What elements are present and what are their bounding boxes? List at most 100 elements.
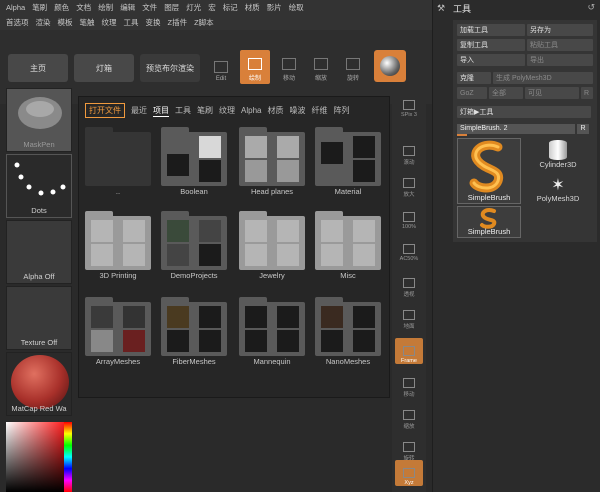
export-button[interactable]: 导出 (527, 54, 593, 66)
thumbnail (353, 244, 375, 266)
tab-noise[interactable]: 噪波 (289, 105, 305, 116)
menu-zscript[interactable]: Z脚本 (194, 17, 214, 28)
menu-alpha[interactable]: Alpha (6, 3, 25, 12)
load-tool-button[interactable]: 加载工具 (457, 24, 525, 36)
menu-zplugin[interactable]: Z插件 (168, 17, 188, 28)
folder-name: NanoMeshes (325, 357, 371, 366)
folder-fiber-meshes[interactable]: FiberMeshes (161, 297, 227, 367)
menu-edit[interactable]: 编辑 (120, 2, 135, 13)
tool-r-button[interactable]: R (577, 124, 589, 134)
floor-button[interactable]: 地面 (395, 304, 423, 330)
menu-texture[interactable]: 纹理 (102, 17, 117, 28)
draw-tool-button[interactable]: 绘制 (240, 50, 270, 84)
current-tool-thumb[interactable]: SimpleBrush (457, 138, 521, 204)
spix-button[interactable]: SPix 3 (395, 92, 423, 118)
folder-parent[interactable]: .. (85, 127, 151, 197)
menu-stencil[interactable]: 模板 (58, 17, 73, 28)
folder-mannequin[interactable]: Mannequin (239, 297, 305, 367)
tab-texture[interactable]: 纹理 (219, 105, 235, 116)
make-polymesh-button[interactable]: 生成 PolyMesh3D (493, 72, 593, 84)
frame-button[interactable]: Frame (395, 338, 423, 364)
paste-tool-button[interactable]: 粘贴工具 (527, 39, 593, 51)
visible-button[interactable]: 可见 (525, 87, 579, 99)
tab-recent[interactable]: 最近 (131, 105, 147, 116)
all-button[interactable]: 全部 (489, 87, 523, 99)
menu-macro[interactable]: 宏 (208, 2, 216, 13)
move-tool-button[interactable]: 移动 (274, 50, 304, 84)
thumbnail (321, 330, 343, 352)
lightbox-button[interactable]: 灯箱 (74, 54, 134, 82)
texture-selector[interactable]: Texture Off (6, 286, 72, 350)
folder-demo-projects[interactable]: DemoProjects (161, 211, 227, 281)
perspective-button[interactable]: 透视 (395, 272, 423, 298)
menu-layer[interactable]: 图层 (164, 2, 179, 13)
menu-material[interactable]: 材质 (245, 2, 260, 13)
zoom-button[interactable]: 放大 (395, 172, 423, 198)
tab-fiber[interactable]: 纤维 (311, 105, 327, 116)
menu-document[interactable]: 文档 (76, 2, 91, 13)
menu-preferences[interactable]: 首选项 (6, 17, 29, 28)
folder-boolean[interactable]: Boolean (161, 127, 227, 197)
menu-light[interactable]: 灯光 (186, 2, 201, 13)
folder-nano-meshes[interactable]: NanoMeshes (315, 297, 381, 367)
folder-icon (239, 132, 305, 186)
rotate-tool-button[interactable]: 旋转 (338, 50, 368, 84)
import-button[interactable]: 导入 (457, 54, 525, 66)
alpha-selector[interactable]: Alpha Off (6, 220, 72, 284)
preview-bpr-button[interactable]: 预览布尔渲染 (140, 54, 200, 82)
folder-head-planes[interactable]: Head planes (239, 127, 305, 197)
brush-selector[interactable]: MaskPen (6, 88, 72, 152)
half-size-button[interactable]: AC50% (395, 236, 423, 262)
tab-alpha[interactable]: Alpha (241, 106, 261, 115)
folder-jewelry[interactable]: Jewelry (239, 211, 305, 281)
home-button[interactable]: 主页 (8, 54, 68, 82)
tab-brush[interactable]: 笔刷 (197, 105, 213, 116)
tool-item-cylinder[interactable]: Cylinder3D (523, 140, 593, 169)
clone-button[interactable]: 克隆 (457, 72, 491, 84)
menu-marker[interactable]: 标记 (223, 2, 238, 13)
folder-array-meshes[interactable]: ArrayMeshes (85, 297, 151, 367)
goz-r-button[interactable]: R (581, 87, 593, 99)
folder-3d-printing[interactable]: 3D Printing (85, 211, 151, 281)
menu-draw[interactable]: 绘制 (98, 2, 113, 13)
menu-movie[interactable]: 影片 (267, 2, 282, 13)
hue-strip[interactable] (64, 422, 72, 492)
refresh-icon[interactable]: ↺ (587, 2, 595, 13)
xyz-button[interactable]: Xyz (395, 460, 423, 486)
menu-file[interactable]: 文件 (142, 2, 157, 13)
copy-tool-button[interactable]: 复制工具 (457, 39, 525, 51)
scroll-button[interactable]: 滚动 (395, 140, 423, 166)
menu-brush[interactable]: 笔刷 (32, 2, 47, 13)
color-picker[interactable] (6, 422, 72, 492)
menu-render[interactable]: 渲染 (36, 17, 51, 28)
material-sphere-button[interactable] (374, 50, 406, 82)
rotate-view-button[interactable]: 旋转 (395, 436, 423, 462)
actual-size-button[interactable]: 100% (395, 204, 423, 230)
tool-slider[interactable]: SimpleBrush. 2 (457, 124, 575, 134)
tab-open-file[interactable]: 打开文件 (85, 103, 125, 118)
folder-name: FiberMeshes (172, 357, 216, 366)
menu-transform[interactable]: 变换 (146, 17, 161, 28)
move-view-button[interactable]: 移动 (395, 372, 423, 398)
menu-color[interactable]: 颜色 (54, 2, 69, 13)
tab-array[interactable]: 阵列 (333, 105, 349, 116)
save-as-button[interactable]: 另存为 (527, 24, 593, 36)
tool-item-simplebrush[interactable]: SimpleBrush (457, 206, 521, 238)
edit-tool-button[interactable]: Edit (206, 50, 236, 84)
magnifier-icon (403, 244, 415, 254)
folder-misc[interactable]: Misc (315, 211, 381, 281)
tool-panel-title[interactable]: ⚒ 工具 ↺ (433, 0, 600, 16)
menu-tool[interactable]: 工具 (124, 17, 139, 28)
scale-tool-button[interactable]: 缩放 (306, 50, 336, 84)
menu-stroke[interactable]: 笔触 (80, 17, 95, 28)
tab-material[interactable]: 材质 (267, 105, 283, 116)
lightbox-tools-button[interactable]: 灯箱▶工具 (457, 106, 591, 118)
menu-picker[interactable]: 绘取 (289, 2, 304, 13)
tab-tool[interactable]: 工具 (175, 105, 191, 116)
material-selector[interactable]: MatCap Red Wa (6, 352, 72, 416)
stroke-selector[interactable]: Dots (6, 154, 72, 218)
tab-project[interactable]: 项目 (153, 105, 169, 117)
goz-button[interactable]: GoZ (457, 87, 487, 99)
folder-material[interactable]: Material (315, 127, 381, 197)
tool-item-polymesh[interactable]: ✶ PolyMesh3D (523, 178, 593, 204)
